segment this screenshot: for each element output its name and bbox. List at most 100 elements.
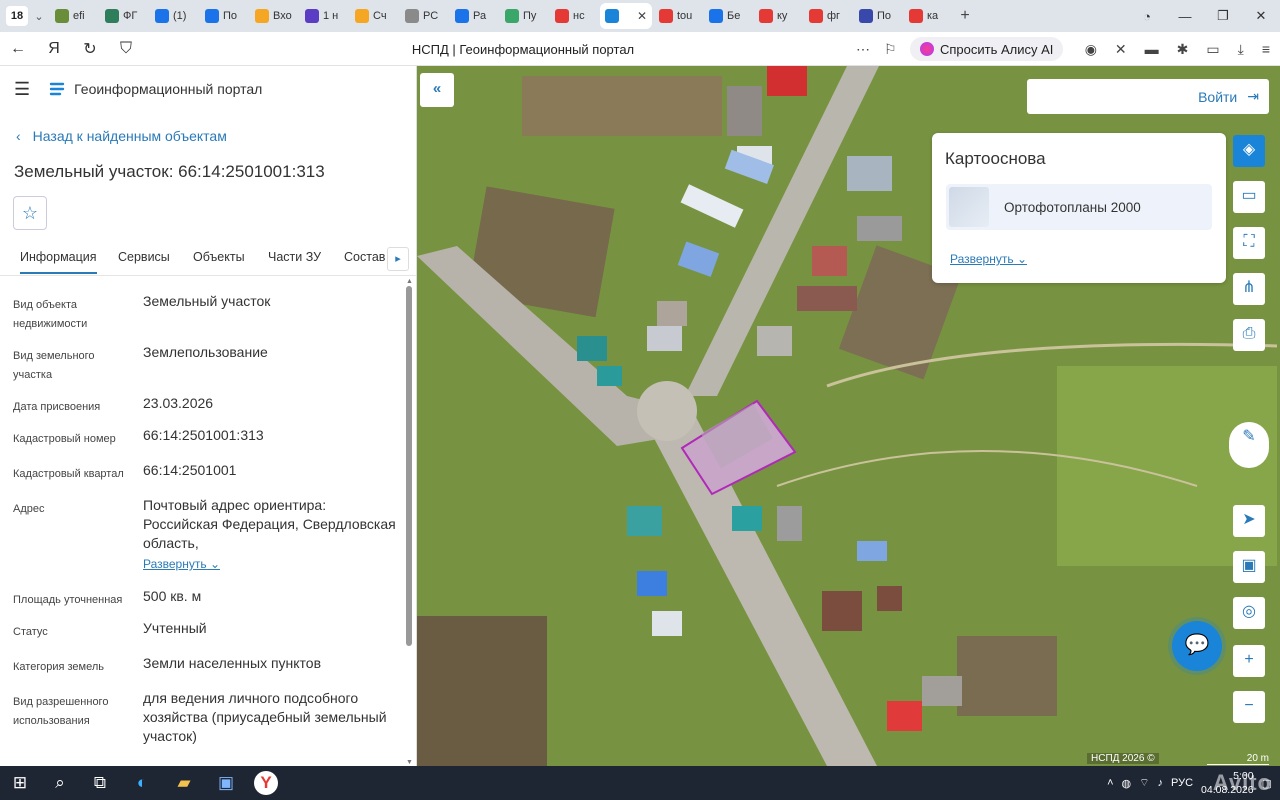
tab-objects[interactable]: Объекты bbox=[193, 250, 245, 264]
browser-tab[interactable]: ФГ bbox=[100, 3, 148, 29]
location-icon[interactable]: ◎ bbox=[1233, 597, 1265, 629]
volume-icon[interactable]: ♪ bbox=[1158, 777, 1164, 789]
menu-icon[interactable]: ≡ bbox=[1262, 41, 1270, 57]
browser-tab[interactable]: Ра bbox=[450, 3, 498, 29]
browser-tab[interactable]: efi bbox=[50, 3, 98, 29]
star-icon[interactable]: ☆ bbox=[13, 196, 47, 230]
more-icon[interactable]: ⋯ bbox=[856, 41, 870, 58]
yandex-browser-icon[interactable]: Y bbox=[254, 771, 278, 795]
shield-icon[interactable]: ⛉ bbox=[108, 40, 144, 58]
chevron-right-icon[interactable]: ▸ bbox=[387, 247, 409, 271]
chevron-up-icon[interactable]: ˄ bbox=[1107, 777, 1113, 789]
expand-address-link[interactable]: Развернуть ⌄ bbox=[143, 555, 220, 574]
browser-tab-label: Бе bbox=[727, 10, 741, 22]
property-key: Дата присвоения bbox=[13, 401, 101, 413]
download-icon[interactable]: ⤓ bbox=[1238, 41, 1244, 58]
browser-tab-label: ку bbox=[777, 10, 788, 22]
basemap-expand-link[interactable]: Развернуть ⌄ bbox=[950, 252, 1027, 266]
scrollbar-thumb[interactable] bbox=[406, 286, 412, 646]
browser-tab[interactable]: фг bbox=[804, 3, 852, 29]
login-button[interactable]: Войти ⇥ bbox=[1027, 79, 1269, 114]
minimap-icon[interactable]: ▣ bbox=[1233, 551, 1265, 583]
favicon-icon bbox=[859, 9, 873, 23]
browser-tab[interactable]: ка bbox=[904, 3, 952, 29]
browser-tab[interactable]: 1 н bbox=[300, 3, 348, 29]
property-value: Учтенный bbox=[143, 619, 398, 638]
zoom-in-button[interactable]: + bbox=[1233, 645, 1265, 677]
tab-composition[interactable]: Состав bbox=[344, 250, 385, 264]
favicon-icon bbox=[605, 9, 619, 23]
app-icon[interactable]: ▣ bbox=[214, 771, 238, 795]
favicon-icon bbox=[155, 9, 169, 23]
bookmark-icon[interactable]: ⚐ bbox=[884, 41, 897, 58]
favicon-icon bbox=[505, 9, 519, 23]
tab-info[interactable]: Информация bbox=[20, 250, 97, 274]
url-title[interactable]: НСПД | Геоинформационный портал bbox=[140, 36, 906, 62]
chevron-down-icon[interactable]: ⌄ bbox=[30, 10, 48, 23]
select-area-icon[interactable]: ⛶ bbox=[1233, 227, 1265, 259]
layers-icon[interactable]: ◈ bbox=[1233, 135, 1265, 167]
browser-tab[interactable]: нс bbox=[550, 3, 598, 29]
edge-icon[interactable]: ◐ bbox=[130, 771, 154, 795]
wifi-icon[interactable]: ⌔ bbox=[1139, 776, 1149, 790]
property-key: Кадастровый номер bbox=[13, 433, 116, 445]
file-explorer-icon[interactable]: ▰ bbox=[172, 771, 196, 795]
browser-tab[interactable]: РС bbox=[400, 3, 448, 29]
extension-icon[interactable]: ◉ bbox=[1085, 41, 1097, 58]
hamburger-icon[interactable]: ☰ bbox=[14, 79, 30, 100]
windows-start-icon[interactable]: ⊞ bbox=[8, 771, 32, 795]
tab-services[interactable]: Сервисы bbox=[118, 250, 170, 264]
browser-tab[interactable]: По bbox=[200, 3, 248, 29]
extension-icon[interactable]: ▬ bbox=[1145, 41, 1159, 57]
browser-tabstrip: 18 ⌄ efi ФГ (1) По Вхо 1 н Сч РС Ра Пу нс ✕ tou Бе ку ф… bbox=[0, 0, 1280, 32]
yandex-icon[interactable]: Я bbox=[36, 40, 72, 58]
browser-tab[interactable]: По bbox=[854, 3, 902, 29]
browser-tab[interactable]: ✕ bbox=[600, 3, 652, 29]
login-icon: ⇥ bbox=[1247, 88, 1259, 104]
favicon-icon bbox=[455, 9, 469, 23]
browser-tab[interactable]: Вхо bbox=[250, 3, 298, 29]
battery-icon[interactable]: ▭ bbox=[1206, 41, 1219, 58]
basemap-option[interactable]: Ортофотопланы 2000 bbox=[946, 184, 1212, 230]
tools-icon[interactable]: ✕ bbox=[1115, 41, 1127, 58]
property-value: Земельный участок bbox=[143, 292, 398, 311]
puzzle-icon[interactable]: ✱ bbox=[1177, 41, 1189, 58]
ruler-icon[interactable]: ▭ bbox=[1233, 181, 1265, 213]
collapse-sidebar-button[interactable]: « bbox=[420, 73, 454, 107]
task-view-icon[interactable]: ⧉ bbox=[88, 771, 112, 795]
alice-button[interactable]: Спросить Алису AI bbox=[910, 37, 1064, 61]
new-tab-button[interactable]: + bbox=[954, 7, 976, 25]
navigate-icon[interactable]: ➤ bbox=[1233, 505, 1265, 537]
tab-count-badge[interactable]: 18 bbox=[6, 6, 28, 26]
browser-tab[interactable]: ку bbox=[754, 3, 802, 29]
tab-parts[interactable]: Части ЗУ bbox=[268, 250, 321, 264]
language-indicator[interactable]: РУС bbox=[1171, 777, 1193, 789]
scrollbar[interactable]: ▲ ▼ bbox=[405, 278, 413, 766]
print-icon[interactable]: ⎙ bbox=[1233, 319, 1265, 351]
close-window-button[interactable]: ✕ bbox=[1242, 8, 1280, 24]
minimize-button[interactable]: — bbox=[1166, 9, 1204, 24]
chat-icon[interactable]: 💬 bbox=[1172, 621, 1222, 671]
map-view[interactable]: « Войти ⇥ Картооснова Ортофотопланы 2000… bbox=[417, 66, 1280, 766]
close-tab-icon[interactable]: ✕ bbox=[637, 9, 647, 23]
property-value-text: 66:14:2501001:313 bbox=[143, 427, 264, 443]
browser-tab[interactable]: Пу bbox=[500, 3, 548, 29]
maximize-button[interactable]: ❐ bbox=[1204, 8, 1242, 24]
gosuslugi-icon[interactable]: ✎ bbox=[1229, 422, 1269, 468]
reload-icon[interactable]: ↻ bbox=[72, 39, 108, 59]
network-icon[interactable]: ◍ bbox=[1122, 777, 1132, 790]
browser-tab[interactable]: (1) bbox=[150, 3, 198, 29]
search-icon[interactable]: ⌕ bbox=[48, 771, 72, 795]
favicon-icon bbox=[205, 9, 219, 23]
property-value: 500 кв. м bbox=[143, 587, 398, 606]
profile-icon[interactable]: ◔ bbox=[1128, 9, 1166, 24]
property-value: для ведения личного подсобного хозяйства… bbox=[143, 689, 398, 746]
back-icon[interactable]: ← bbox=[0, 40, 36, 58]
favicon-icon bbox=[555, 9, 569, 23]
browser-tab[interactable]: Сч bbox=[350, 3, 398, 29]
back-to-results-link[interactable]: ‹ Назад к найденным объектам bbox=[16, 128, 227, 144]
share-icon[interactable]: ⋔ bbox=[1233, 273, 1265, 305]
browser-tab[interactable]: tou bbox=[654, 3, 702, 29]
zoom-out-button[interactable]: − bbox=[1233, 691, 1265, 723]
browser-tab[interactable]: Бе bbox=[704, 3, 752, 29]
